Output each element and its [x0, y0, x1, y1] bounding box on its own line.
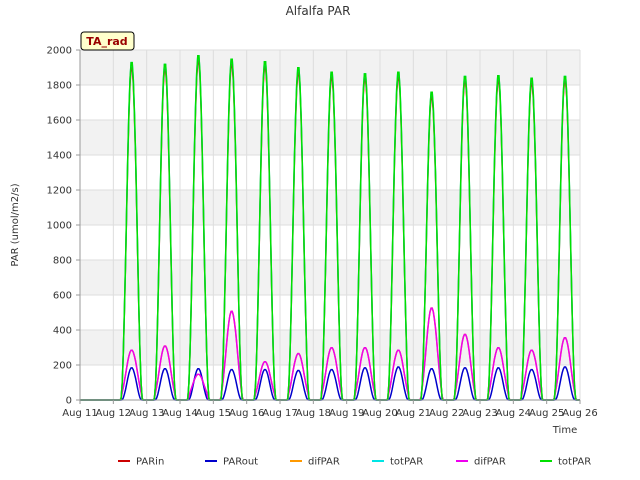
legend-label: difPAR — [308, 457, 340, 468]
y-tick-label: 0 — [66, 396, 72, 407]
y-tick-label: 2000 — [47, 46, 72, 57]
x-tick-label: Aug 15 — [196, 408, 231, 419]
badge-label: TA_rad — [86, 35, 127, 48]
y-tick-label: 1400 — [47, 151, 72, 162]
x-tick-label: Aug 23 — [462, 408, 497, 419]
legend-label: PARin — [136, 457, 164, 468]
chart-title: Alfalfa PAR — [286, 4, 351, 18]
y-tick-label: 1600 — [47, 116, 72, 127]
x-tick-label: Aug 26 — [562, 408, 597, 419]
y-tick-label: 600 — [53, 291, 72, 302]
plot-band — [80, 120, 580, 155]
plot-band — [80, 190, 580, 225]
legend-label: totPAR — [558, 457, 591, 468]
y-tick-label: 1000 — [47, 221, 72, 232]
x-tick-label: Aug 21 — [396, 408, 431, 419]
par-chart: Alfalfa PAR 0 200 400 600 800 1000 1200 1400 160… — [10, 4, 598, 468]
y-tick-label: 200 — [53, 361, 72, 372]
ta-rad-badge: TA_rad — [80, 31, 135, 51]
x-tick-label: Aug 17 — [262, 408, 297, 419]
x-tick-label: Aug 19 — [329, 408, 364, 419]
y-tick-label: 1800 — [47, 81, 72, 92]
legend-label: PARout — [223, 457, 258, 468]
x-tick-label: Aug 12 — [96, 408, 131, 419]
x-tick-label: Aug 11 — [62, 408, 97, 419]
y-tick-label: 1200 — [47, 186, 72, 197]
plot-band — [80, 330, 580, 365]
x-tick-label: Aug 20 — [362, 408, 397, 419]
y-tick-label: 400 — [53, 326, 72, 337]
x-axis-label: Time — [552, 425, 577, 436]
x-tick-label: Aug 14 — [162, 408, 197, 419]
x-tick-label: Aug 13 — [129, 408, 164, 419]
x-tick-label: Aug 24 — [496, 408, 531, 419]
y-tick-label: 800 — [53, 256, 72, 267]
x-tick-label: Aug 18 — [296, 408, 331, 419]
x-tick-label: Aug 16 — [229, 408, 264, 419]
x-tick-label: Aug 22 — [429, 408, 464, 419]
y-axis-label: PAR (umol/m2/s) — [10, 183, 21, 266]
legend-label: difPAR — [474, 457, 506, 468]
x-tick-label: Aug 25 — [529, 408, 564, 419]
legend: PARin PARout difPAR totPAR difPAR totPAR — [118, 457, 591, 468]
legend-label: totPAR — [390, 457, 423, 468]
